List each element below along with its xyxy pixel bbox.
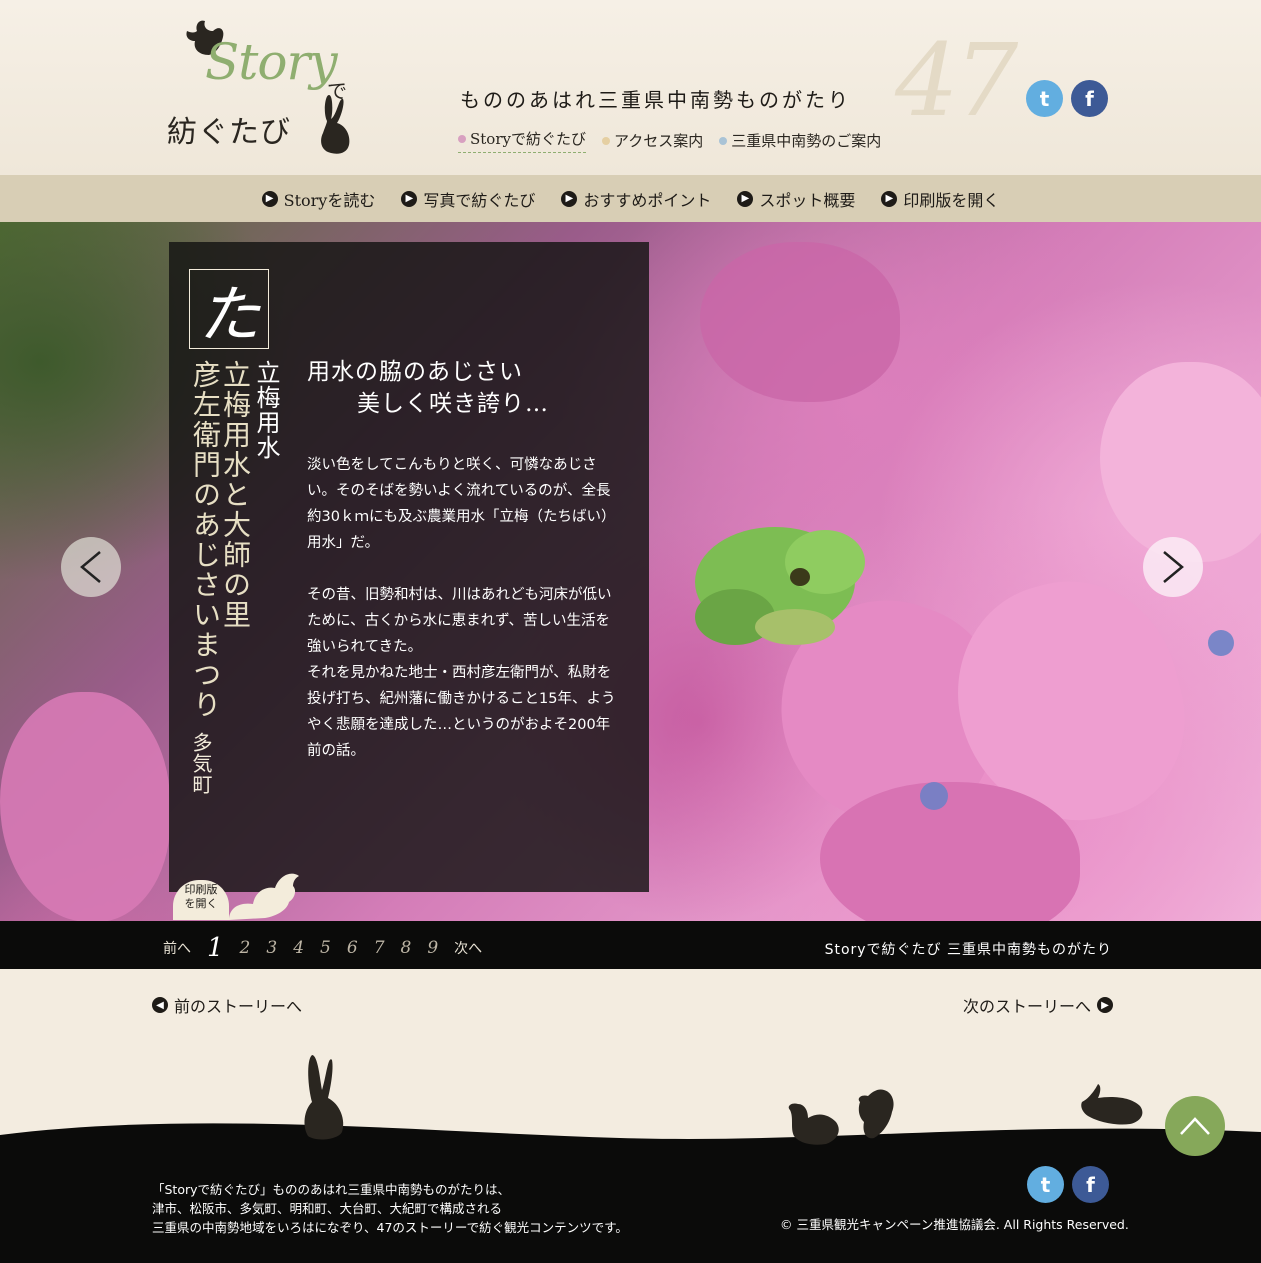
story-town: 多気町 — [189, 732, 213, 795]
menu-item-read-story[interactable]: ▶ Storyを読む — [261, 187, 376, 211]
chevron-left-icon — [80, 551, 101, 583]
next-story-label: 次のストーリーへ — [963, 997, 1092, 1016]
main-menu: ▶ Storyを読む ▶ 写真で紡ぐたび ▶ おすすめポイント ▶ スポット概要… — [0, 175, 1261, 222]
hydrangea-petal — [1208, 630, 1234, 656]
story-panel: た 立梅用水 立梅用水と大師の里 彦左衛門のあじさいまつり 多気町 用水の脇のあ… — [169, 242, 649, 892]
facebook-icon[interactable]: f — [1072, 1166, 1109, 1203]
dot-icon — [601, 136, 610, 145]
story-paragraph: その昔、旧勢和村は、川はあれども河床が低いために、古くから水に恵まれず、苦しい生… — [307, 587, 612, 655]
pager-prev-link[interactable]: 前へ — [163, 938, 191, 958]
footer-line: 津市、松阪市、多気町、明和町、大台町、大紀町で構成される — [152, 1201, 503, 1216]
story-paragraph: 淡い色をしてこんもりと咲く、可憐なあじさい。そのそばを勢いよく流れているのが、全… — [307, 457, 616, 551]
chevron-right-icon: ▶ — [881, 190, 898, 207]
top-nav: Storyで紡ぐたび アクセス案内 三重県中南勢のご案内 — [458, 128, 881, 153]
site-tagline: もののあはれ三重県中南勢ものがたり — [460, 88, 851, 112]
menu-item-label: Storyを読む — [283, 190, 376, 210]
dot-icon — [458, 134, 466, 143]
story-heading: 用水の脇のあじさい 美しく咲き誇り… — [307, 356, 549, 420]
footer-line: 三重県の中南勢地域をいろはになぞり、47のストーリーで紡ぐ観光コンテンツです。 — [152, 1220, 628, 1235]
slide-prev-button[interactable] — [61, 537, 121, 597]
chevron-right-icon: ▶ — [737, 190, 754, 207]
topnav-item-label: アクセス案内 — [613, 132, 704, 150]
twitter-icon[interactable]: t — [1026, 80, 1063, 117]
back-to-top-button[interactable] — [1165, 1096, 1225, 1156]
rabbit-logo-icon — [321, 95, 350, 154]
pager-page-3[interactable]: 3 — [266, 938, 277, 958]
pagination: 前へ 1 2 3 4 5 6 7 8 9 次へ — [163, 933, 482, 963]
topnav-item-story[interactable]: Storyで紡ぐたび — [458, 128, 586, 153]
dot-icon — [719, 136, 728, 145]
site-header: Story で 紡ぐたび 47 もののあはれ三重県中南勢ものがたり Storyで… — [0, 0, 1261, 175]
menu-item-label: スポット概要 — [759, 190, 856, 210]
logo-sub-text: 紡ぐたび — [167, 115, 291, 150]
facebook-icon[interactable]: f — [1071, 80, 1108, 117]
squirrel-silhouette-icon — [858, 1089, 894, 1139]
menu-item-label: 写真で紡ぐたび — [423, 190, 536, 210]
footer-line: 「Storyで紡ぐたび」もののあはれ三重県中南勢ものがたりは、 — [152, 1182, 511, 1197]
rabbit-silhouette-icon — [1081, 1084, 1143, 1125]
pager-page-4[interactable]: 4 — [293, 938, 304, 958]
copyright: © 三重県観光キャンペーン推進協議会. All Rights Reserved. — [780, 1217, 1129, 1232]
story-body: 淡い色をしてこんもりと咲く、可憐なあじさい。そのそばを勢いよく流れているのが、全… — [307, 452, 617, 790]
pager-page-9[interactable]: 9 — [427, 938, 438, 958]
twitter-icon[interactable]: t — [1027, 1166, 1064, 1203]
hydrangea-petal — [820, 782, 1080, 921]
topnav-item-access[interactable]: アクセス案内 — [601, 128, 704, 153]
chevron-right-icon: ▶ — [561, 190, 578, 207]
print-version-button[interactable]: 印刷版 を開く — [169, 868, 309, 920]
hydrangea-petal — [700, 242, 900, 402]
menu-item-label: おすすめポイント — [583, 190, 712, 210]
chevron-right-icon — [1163, 551, 1184, 583]
story-paragraph: それを見かねた地士・西村彦左衛門が、私財を投げ打ち、紀州藩に働きかけること15年… — [307, 665, 616, 759]
footer-social-links: t f — [1027, 1166, 1109, 1203]
pager-page-2[interactable]: 2 — [240, 938, 251, 958]
story-count-watermark: 47 — [895, 22, 1018, 139]
next-story-link[interactable]: 次のストーリーへ ▶ — [963, 993, 1114, 1017]
menu-item-photo-journey[interactable]: ▶ 写真で紡ぐたび — [401, 187, 535, 211]
story-heading-line2: 美しく咲き誇り… — [357, 391, 549, 417]
slide-next-button[interactable] — [1143, 537, 1203, 597]
header-social-links: t f — [1026, 80, 1108, 117]
hydrangea-petal — [1100, 362, 1261, 562]
site-logo[interactable]: Story で 紡ぐたび — [165, 15, 365, 160]
logo-story-text: Story — [205, 33, 338, 91]
pager-page-5[interactable]: 5 — [320, 938, 331, 958]
chevron-left-icon: ◀ — [152, 997, 168, 1013]
menu-item-recommended[interactable]: ▶ おすすめポイント — [561, 187, 711, 211]
topnav-item-guide[interactable]: 三重県中南勢のご案内 — [719, 128, 881, 153]
menu-item-label: 印刷版を開く — [903, 190, 1000, 210]
pager-page-6[interactable]: 6 — [347, 938, 358, 958]
menu-item-print[interactable]: ▶ 印刷版を開く — [881, 187, 999, 211]
menu-item-spot-overview[interactable]: ▶ スポット概要 — [737, 187, 855, 211]
pager-title: Storyで紡ぐたび 三重県中南勢ものがたり — [824, 942, 1112, 958]
chevron-right-icon: ▶ — [261, 190, 278, 207]
pager-page-8[interactable]: 8 — [401, 938, 412, 958]
hero-slideshow: た 立梅用水 立梅用水と大師の里 彦左衛門のあじさいまつり 多気町 用水の脇のあ… — [0, 222, 1261, 921]
topnav-item-label: 三重県中南勢のご案内 — [731, 132, 882, 150]
topnav-item-label: Storyで紡ぐたび — [470, 130, 586, 148]
story-title-vertical-2: 彦左衛門のあじさいまつり — [189, 360, 222, 720]
frog-image — [695, 527, 865, 645]
squirrel-icon — [229, 873, 299, 920]
pager-next-link[interactable]: 次へ — [454, 938, 482, 958]
pager-page-1[interactable]: 1 — [207, 933, 224, 963]
chevron-up-icon — [1180, 1117, 1210, 1135]
rabbit-silhouette-icon — [304, 1055, 344, 1140]
hydrangea-petal — [920, 782, 948, 810]
prev-story-label: 前のストーリーへ — [174, 997, 303, 1016]
pager-page-7[interactable]: 7 — [374, 938, 385, 958]
footer-description: 「Storyで紡ぐたび」もののあはれ三重県中南勢ものがたりは、 津市、松阪市、多… — [152, 1180, 628, 1237]
chevron-right-icon: ▶ — [1097, 997, 1114, 1013]
pager-bar: 前へ 1 2 3 4 5 6 7 8 9 次へ Storyで紡ぐたび 三重県中南… — [0, 921, 1261, 969]
hydrangea-petal — [0, 692, 170, 921]
prev-story-link[interactable]: ◀ 前のストーリーへ — [152, 993, 302, 1017]
story-kana: た — [189, 269, 269, 351]
chevron-right-icon: ▶ — [401, 190, 418, 207]
story-heading-line1: 用水の脇のあじさい — [307, 359, 523, 385]
